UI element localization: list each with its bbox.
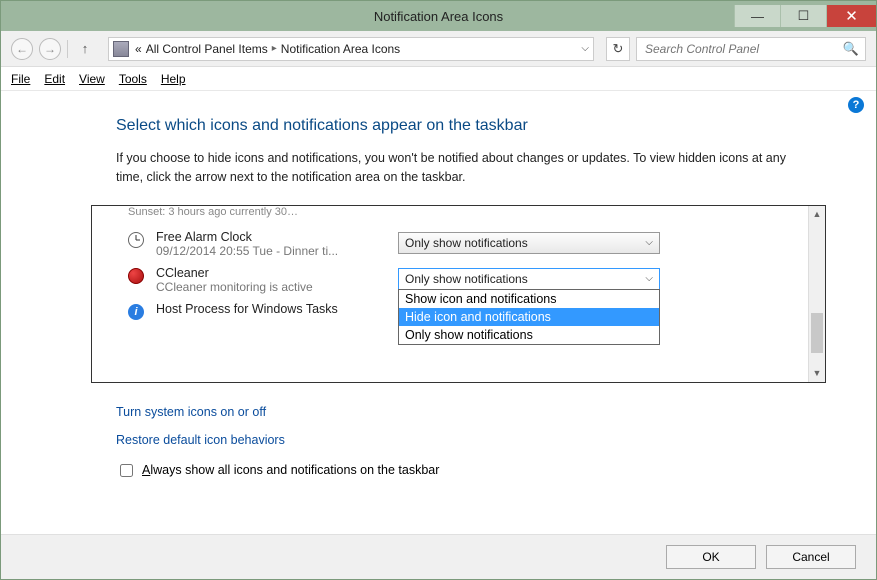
breadcrumb-item-2[interactable]: Notification Area Icons xyxy=(281,42,400,56)
up-button[interactable]: ↑ xyxy=(74,38,96,60)
scroll-thumb[interactable] xyxy=(811,313,823,353)
search-input[interactable] xyxy=(643,41,843,57)
scroll-track[interactable] xyxy=(809,223,825,365)
behavior-combo[interactable]: Only show notifications ⌵ xyxy=(398,232,660,254)
back-button[interactable]: ← xyxy=(11,38,33,60)
arrow-left-icon: ← xyxy=(16,42,28,56)
nav-toolbar: ← → ↑ « All Control Panel Items ▸ Notifi… xyxy=(1,31,876,67)
menu-bar: File Edit View Tools Help xyxy=(1,67,876,91)
nav-divider xyxy=(67,40,68,58)
combo-option-highlighted[interactable]: Hide icon and notifications xyxy=(399,308,659,326)
truncated-previous-row: Sunset: 3 hours ago currently 30… xyxy=(128,206,808,218)
address-bar[interactable]: « All Control Panel Items ▸ Notification… xyxy=(108,37,594,61)
info-icon: i xyxy=(128,304,144,320)
page-heading: Select which icons and notifications app… xyxy=(51,117,826,135)
ok-button[interactable]: OK xyxy=(666,545,756,569)
icon-list-inner: Sunset: 3 hours ago currently 30… Free A… xyxy=(92,206,808,382)
breadcrumb[interactable]: « All Control Panel Items ▸ Notification… xyxy=(135,42,400,56)
page-description: If you choose to hide icons and notifica… xyxy=(51,149,826,187)
combo-dropdown: Show icon and notifications Hide icon an… xyxy=(398,289,660,345)
link-section: Turn system icons on or off Restore defa… xyxy=(51,405,826,447)
ccleaner-icon xyxy=(128,268,144,284)
always-show-label[interactable]: AAlways show all icons and notifications… xyxy=(142,463,439,477)
arrow-right-icon: → xyxy=(44,42,56,56)
combo-value: Only show notifications xyxy=(405,272,528,286)
menu-view[interactable]: View xyxy=(79,72,105,86)
minimize-button[interactable]: — xyxy=(734,5,780,27)
menu-edit[interactable]: Edit xyxy=(44,72,65,86)
chevron-down-icon: ⌵ xyxy=(645,237,653,248)
search-box[interactable]: 🔍 xyxy=(636,37,866,61)
maximize-button[interactable]: ☐ xyxy=(780,5,826,27)
chevron-right-icon[interactable]: ▸ xyxy=(272,43,277,54)
window-controls: — ☐ ✕ xyxy=(734,5,876,27)
chevron-down-icon: ⌵ xyxy=(645,273,653,284)
search-icon[interactable]: 🔍 xyxy=(843,41,859,57)
titlebar[interactable]: Notification Area Icons — ☐ ✕ xyxy=(1,1,876,31)
close-button[interactable]: ✕ xyxy=(826,5,876,27)
menu-file[interactable]: File xyxy=(11,72,30,86)
item-title: Free Alarm Clock xyxy=(156,230,378,244)
scroll-up-button[interactable]: ▲ xyxy=(809,206,825,223)
item-title: CCleaner xyxy=(156,266,378,280)
item-title: Host Process for Windows Tasks xyxy=(156,302,378,316)
list-item: CCleaner CCleaner monitoring is active O… xyxy=(92,262,808,298)
behavior-combo-open[interactable]: Only show notifications ⌵ Show icon and … xyxy=(398,268,660,290)
forward-button[interactable]: → xyxy=(39,38,61,60)
link-system-icons[interactable]: Turn system icons on or off xyxy=(116,405,826,419)
item-subtitle: CCleaner monitoring is active xyxy=(156,280,378,294)
breadcrumb-prefix: « xyxy=(135,42,142,56)
window-title: Notification Area Icons xyxy=(374,9,503,24)
button-bar: OK Cancel xyxy=(1,535,876,579)
always-show-checkbox[interactable] xyxy=(120,464,133,477)
icon-list-box: Sunset: 3 hours ago currently 30… Free A… xyxy=(91,205,826,383)
address-dropdown-icon[interactable]: ⌵ xyxy=(581,43,589,54)
cancel-button[interactable]: Cancel xyxy=(766,545,856,569)
link-restore-defaults[interactable]: Restore default icon behaviors xyxy=(116,433,826,447)
always-show-row: AAlways show all icons and notifications… xyxy=(51,461,826,480)
breadcrumb-item-1[interactable]: All Control Panel Items xyxy=(146,42,268,56)
menu-help[interactable]: Help xyxy=(161,72,186,86)
window-frame: Notification Area Icons — ☐ ✕ ← → ↑ « Al… xyxy=(0,0,877,580)
arrow-up-icon: ↑ xyxy=(82,41,89,56)
control-panel-icon xyxy=(113,41,129,57)
list-item: Free Alarm Clock 09/12/2014 20:55 Tue - … xyxy=(92,226,808,262)
content-area: ? Select which icons and notifications a… xyxy=(1,91,876,508)
refresh-button[interactable]: ↻ xyxy=(606,37,630,61)
combo-option[interactable]: Only show notifications xyxy=(399,326,659,344)
help-icon[interactable]: ? xyxy=(848,97,864,113)
item-subtitle: 09/12/2014 20:55 Tue - Dinner ti... xyxy=(156,244,378,258)
combo-option[interactable]: Show icon and notifications xyxy=(399,290,659,308)
scrollbar[interactable]: ▲ ▼ xyxy=(808,206,825,382)
alarm-clock-icon xyxy=(128,232,144,248)
menu-tools[interactable]: Tools xyxy=(119,72,147,86)
refresh-icon: ↻ xyxy=(613,41,624,57)
combo-value: Only show notifications xyxy=(405,236,528,250)
scroll-down-button[interactable]: ▼ xyxy=(809,365,825,382)
